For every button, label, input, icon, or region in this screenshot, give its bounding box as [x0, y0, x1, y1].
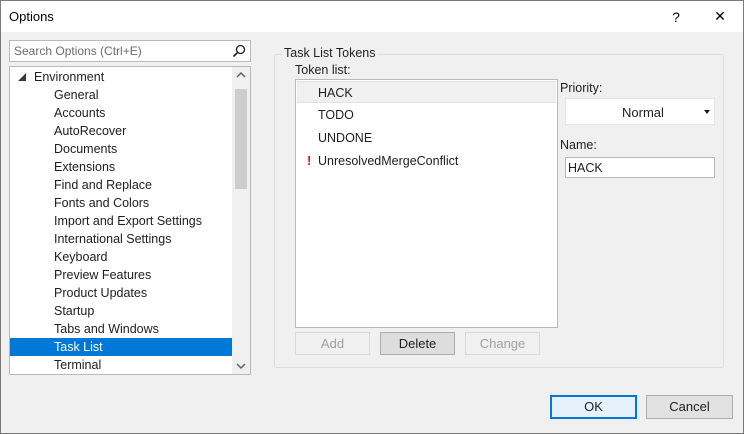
- help-button[interactable]: ?: [653, 1, 699, 32]
- token-list-item[interactable]: ! UnresolvedMergeConflict: [297, 150, 556, 172]
- tree-item[interactable]: Product Updates: [10, 284, 232, 302]
- tree-item[interactable]: Documents: [10, 140, 232, 158]
- tree-item[interactable]: Accounts: [10, 104, 232, 122]
- tree-item-label: International Settings: [54, 232, 172, 246]
- tree-item-label: Keyboard: [54, 250, 108, 264]
- priority-label: Priority:: [560, 81, 603, 95]
- priority-value: Normal: [622, 105, 664, 120]
- close-icon: ✕: [714, 8, 726, 24]
- tree-item[interactable]: Find and Replace: [10, 176, 232, 194]
- token-list-label: Token list:: [295, 63, 351, 77]
- search-box: [9, 40, 251, 62]
- tree-item-label: Extensions: [54, 160, 116, 174]
- chevron-down-icon: [704, 110, 710, 114]
- token-list-item[interactable]: UNDONE: [297, 127, 556, 149]
- tree-item-label: Terminal: [54, 358, 102, 372]
- options-tree[interactable]: Environment General Accounts AutoRecover Do…: [9, 66, 251, 375]
- token-list-item[interactable]: TODO: [297, 104, 556, 126]
- token-list[interactable]: HACK TODO UNDONE! UnresolvedMergeConflict: [295, 79, 558, 328]
- tree-item[interactable]: International Settings: [10, 230, 232, 248]
- tree-item-label: AutoRecover: [54, 124, 127, 138]
- scroll-up-icon[interactable]: [232, 67, 250, 84]
- cancel-button[interactable]: Cancel: [646, 395, 733, 419]
- tree-item[interactable]: Terminal: [10, 356, 232, 374]
- tree-item-environment[interactable]: Environment: [10, 68, 232, 86]
- token-list-item[interactable]: HACK: [297, 81, 556, 103]
- tree-item[interactable]: Import and Export Settings: [10, 212, 232, 230]
- scrollbar-thumb[interactable]: [235, 89, 247, 189]
- tree-item-label: Tabs and Windows: [54, 322, 159, 336]
- group-title: Task List Tokens: [282, 46, 378, 60]
- tree-item[interactable]: Tabs and Windows: [10, 320, 232, 338]
- tree-scrollbar[interactable]: [232, 67, 250, 374]
- collapse-caret-icon[interactable]: [18, 73, 26, 81]
- delete-button-label: Delete: [398, 336, 437, 351]
- tree-item-label: Environment: [34, 70, 105, 84]
- tree-item-label: General: [54, 88, 99, 102]
- search-icon[interactable]: [231, 43, 247, 59]
- tree-item[interactable]: Preview Features: [10, 266, 232, 284]
- tree-item-label: Preview Features: [54, 268, 152, 282]
- tree-item[interactable]: Fonts and Colors: [10, 194, 232, 212]
- add-button-label: Add: [320, 336, 345, 351]
- delete-button[interactable]: Delete: [380, 332, 455, 355]
- search-input[interactable]: [10, 41, 228, 61]
- scroll-down-icon[interactable]: [232, 357, 250, 374]
- tree-item-label: Task List: [54, 340, 103, 354]
- ok-button[interactable]: OK: [550, 395, 637, 419]
- token-name: HACK: [318, 86, 353, 100]
- token-name: TODO: [318, 108, 354, 122]
- title-bar: Options ? ✕: [1, 1, 743, 32]
- tree-item-label: Startup: [54, 304, 95, 318]
- name-field[interactable]: [565, 157, 715, 178]
- tree-item[interactable]: Extensions: [10, 158, 232, 176]
- options-dialog: Options ? ✕ Environment General Accounts A…: [0, 0, 744, 434]
- tree-item[interactable]: Task List: [10, 338, 232, 356]
- tree-item-label: Import and Export Settings: [54, 214, 202, 228]
- tree-item[interactable]: AutoRecover: [10, 122, 232, 140]
- high-priority-icon: !: [307, 153, 312, 168]
- name-label: Name:: [560, 138, 597, 152]
- tree-item-label: Find and Replace: [54, 178, 152, 192]
- tree-item-label: Product Updates: [54, 286, 148, 300]
- window-title: Options: [9, 9, 54, 24]
- tree-item-label: Fonts and Colors: [54, 196, 150, 210]
- token-name: UnresolvedMergeConflict: [318, 154, 459, 168]
- change-button-label: Change: [479, 336, 526, 351]
- help-icon: ?: [672, 8, 680, 25]
- tree-item-label: Documents: [54, 142, 118, 156]
- token-name: UNDONE: [318, 131, 373, 145]
- add-button[interactable]: Add: [295, 332, 370, 355]
- change-button[interactable]: Change: [465, 332, 540, 355]
- close-button[interactable]: ✕: [697, 1, 743, 32]
- tree-item-label: Accounts: [54, 106, 106, 120]
- cancel-button-label: Cancel: [669, 399, 710, 414]
- tree-item[interactable]: Startup: [10, 302, 232, 320]
- tree-item[interactable]: Keyboard: [10, 248, 232, 266]
- tree-item[interactable]: General: [10, 86, 232, 104]
- priority-dropdown[interactable]: Normal: [565, 98, 715, 125]
- ok-button-label: OK: [584, 399, 603, 414]
